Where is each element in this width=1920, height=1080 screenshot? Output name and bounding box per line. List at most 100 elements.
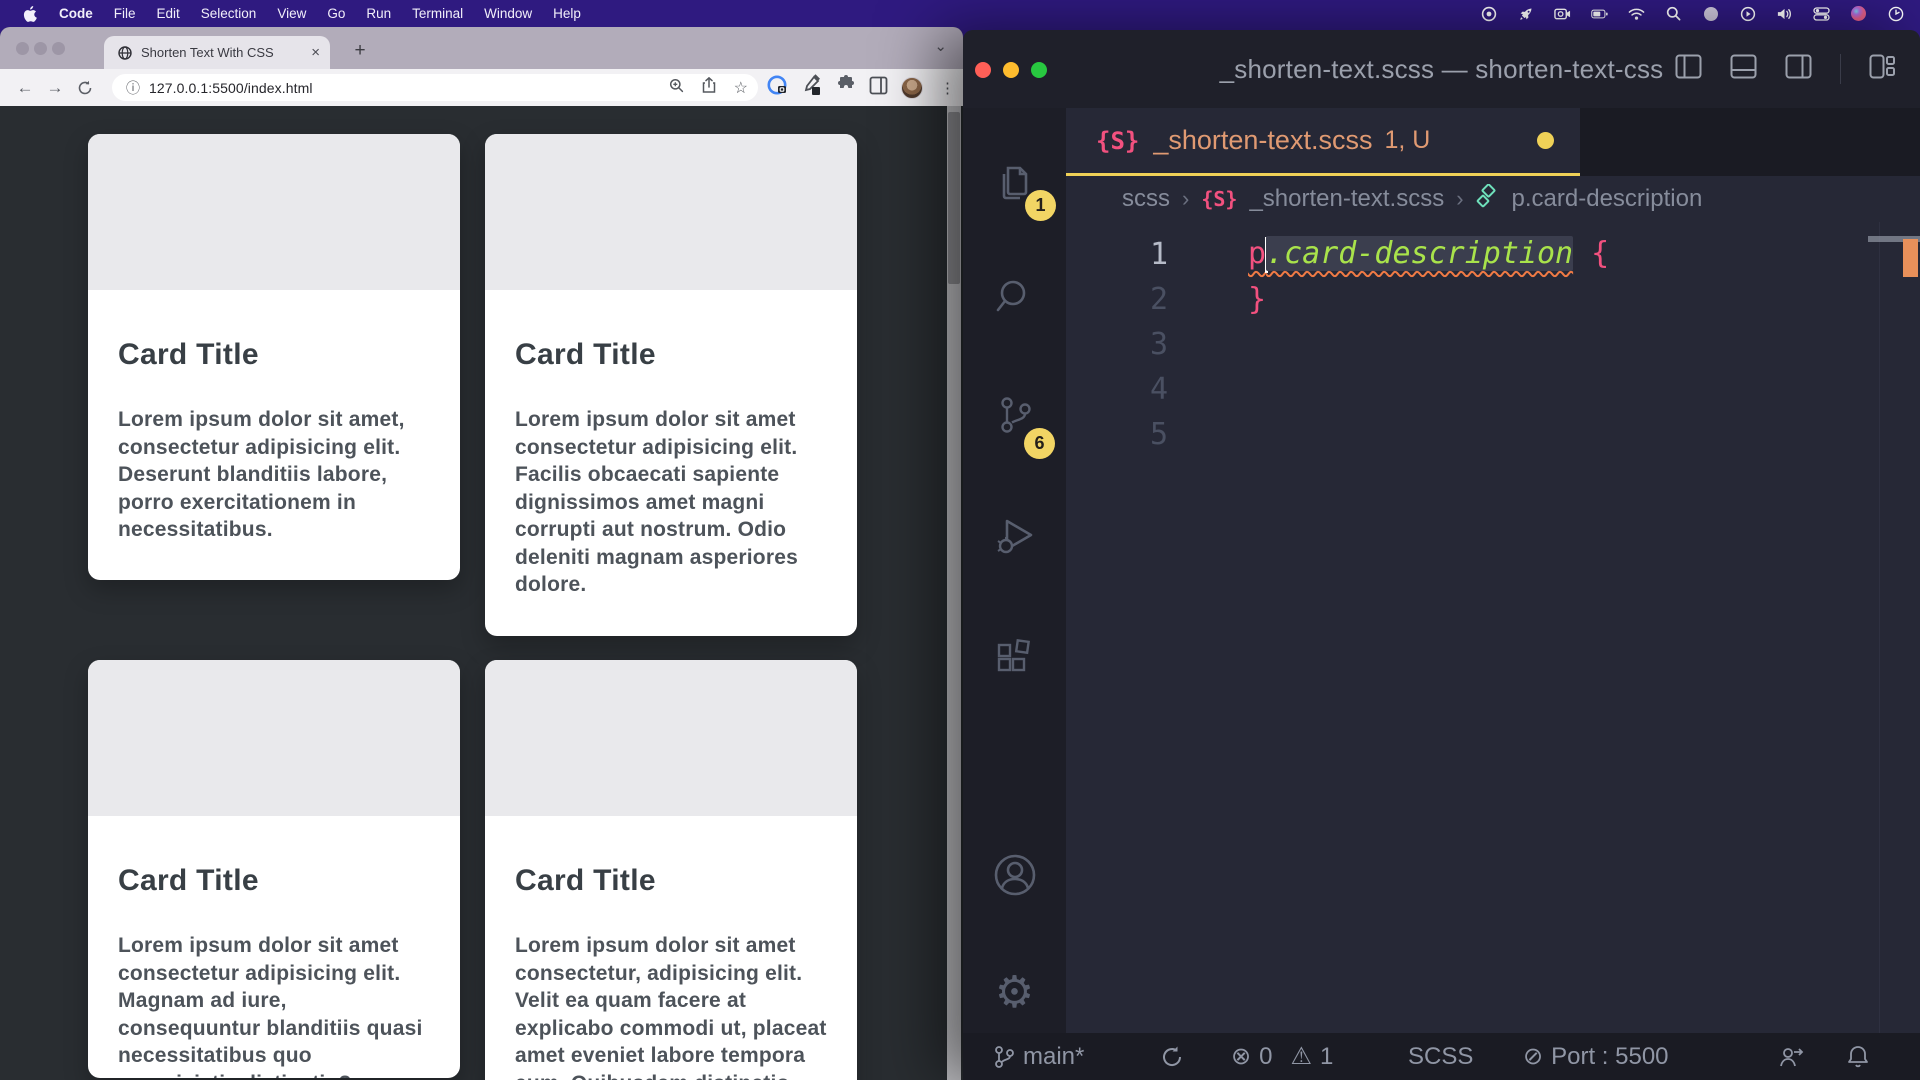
code-line-3[interactable]: 3 <box>1066 322 1920 367</box>
live-server-port[interactable]: ⊘ Port : 5500 <box>1523 1033 1669 1080</box>
search-icon[interactable] <box>1665 5 1682 22</box>
macos-menu-bar: Code File Edit Selection View Go Run Ter… <box>0 0 1920 27</box>
breadcrumb-folder[interactable]: scss <box>1122 185 1170 213</box>
editor-tab-label: _shorten-text.scss <box>1153 125 1372 156</box>
dot-icon[interactable] <box>1702 5 1719 22</box>
play-circle-icon[interactable] <box>1739 5 1756 22</box>
site-info-icon[interactable]: ⓘ <box>126 78 140 98</box>
browser-zoom-button[interactable] <box>52 42 65 55</box>
search-icon[interactable] <box>963 252 1066 342</box>
menu-item-code[interactable]: Code <box>59 6 93 21</box>
rocket-icon[interactable] <box>1517 5 1534 22</box>
code-close-brace: } <box>1186 282 1266 317</box>
toggle-secondary-sidebar-icon[interactable] <box>1785 54 1812 84</box>
problems-status[interactable]: ⊗ 0 ⚠ 1 <box>1231 1033 1333 1080</box>
language-mode[interactable]: SCSS <box>1408 1033 1473 1080</box>
error-icon: ⊗ <box>1231 1042 1251 1071</box>
browser-window: Shorten Text With CSS × + ⌄ ← → ⓘ 127.0.… <box>0 27 963 1080</box>
control-center-icon[interactable] <box>1813 5 1830 22</box>
card-2-image-placeholder <box>485 134 857 290</box>
git-branch-status[interactable]: main* <box>993 1033 1084 1080</box>
bookmark-star-icon[interactable]: ☆ <box>734 78 748 98</box>
browser-scrollbar[interactable] <box>947 106 961 1080</box>
reload-button[interactable] <box>70 73 100 103</box>
eyedropper-icon[interactable] <box>801 74 823 101</box>
run-debug-icon[interactable] <box>963 490 1066 580</box>
warning-count: 1 <box>1320 1043 1333 1071</box>
browser-menu-kebab-icon[interactable]: ⋮ <box>936 79 959 97</box>
code-line-1[interactable]: 1 p.card-description { <box>1066 232 1920 277</box>
browser-close-button[interactable] <box>16 42 29 55</box>
card-1-title: Card Title <box>118 338 430 372</box>
editor-area[interactable]: 1 p.card-description { 2 } 3 4 5 <box>1066 222 1920 1033</box>
apple-icon[interactable] <box>21 5 38 22</box>
card-2-description: Lorem ipsum dolor sit amet consectetur a… <box>515 406 827 599</box>
settings-gear-icon[interactable]: ⚙ <box>963 948 1066 1038</box>
new-tab-button[interactable]: + <box>346 37 374 65</box>
code-line-2[interactable]: 2 } <box>1066 277 1920 322</box>
zoom-icon[interactable] <box>669 78 684 98</box>
extensions-puzzle-icon[interactable] <box>836 75 856 100</box>
menu-item-window[interactable]: Window <box>484 6 532 21</box>
menu-item-terminal[interactable]: Terminal <box>412 6 463 21</box>
overview-ruler-separator <box>1879 222 1880 1033</box>
card-1-image-placeholder <box>88 134 460 290</box>
scrollbar-thumb[interactable] <box>948 112 960 284</box>
feedback-icon[interactable] <box>1778 1033 1804 1080</box>
clock-icon[interactable] <box>1887 5 1904 22</box>
profile-avatar[interactable] <box>901 77 923 99</box>
breadcrumb-symbol[interactable]: p.card-description <box>1512 185 1703 213</box>
tab-close-icon[interactable]: × <box>311 44 320 61</box>
menu-item-selection[interactable]: Selection <box>201 6 257 21</box>
code-tag-token: p <box>1248 236 1266 271</box>
password-manager-icon[interactable] <box>766 74 788 101</box>
battery-icon[interactable] <box>1591 5 1608 22</box>
card-1-description: Lorem ipsum dolor sit amet, consectetur … <box>118 406 430 544</box>
menu-item-file[interactable]: File <box>114 6 136 21</box>
url-bar[interactable]: ⓘ 127.0.0.1:5500/index.html ☆ <box>112 74 758 101</box>
sidebar-toggle-icon[interactable] <box>869 76 888 100</box>
browser-minimize-button[interactable] <box>34 42 47 55</box>
breadcrumb-file[interactable]: _shorten-text.scss <box>1249 185 1444 213</box>
menu-item-run[interactable]: Run <box>366 6 391 21</box>
editor-tab[interactable]: {S} _shorten-text.scss 1, U <box>1066 108 1580 176</box>
siri-icon[interactable] <box>1850 5 1867 22</box>
card-4: Card Title Lorem ipsum dolor sit amet co… <box>485 660 857 1080</box>
modified-dot-icon[interactable] <box>1537 132 1554 149</box>
wifi-icon[interactable] <box>1628 5 1645 22</box>
toggle-panel-icon[interactable] <box>1730 54 1757 84</box>
share-icon[interactable] <box>702 77 716 98</box>
card-4-image-placeholder <box>485 660 857 816</box>
line-number: 2 <box>1066 282 1186 317</box>
menu-item-help[interactable]: Help <box>553 6 581 21</box>
line-number: 4 <box>1066 372 1186 407</box>
card-4-title: Card Title <box>515 864 827 898</box>
account-icon[interactable] <box>963 830 1066 920</box>
code-space <box>1573 236 1591 271</box>
code-line-5[interactable]: 5 <box>1066 412 1920 457</box>
record-icon[interactable] <box>1480 5 1497 22</box>
tab-list-chevron-icon[interactable]: ⌄ <box>934 37 947 55</box>
browser-tab[interactable]: Shorten Text With CSS × <box>104 36 330 69</box>
volume-icon[interactable] <box>1776 5 1793 22</box>
line-number: 1 <box>1066 237 1186 272</box>
customize-layout-icon[interactable] <box>1869 54 1896 84</box>
forward-button[interactable]: → <box>40 73 70 103</box>
menu-item-go[interactable]: Go <box>327 6 345 21</box>
back-button[interactable]: ← <box>10 73 40 103</box>
card-2: Card Title Lorem ipsum dolor sit amet co… <box>485 134 857 636</box>
notifications-bell-icon[interactable] <box>1846 1033 1870 1080</box>
scss-file-icon: {S} <box>1096 127 1139 155</box>
overview-ruler-error-marker <box>1903 239 1918 277</box>
language-mode-label: SCSS <box>1408 1043 1473 1071</box>
breadcrumb-separator: › <box>1456 186 1463 212</box>
toggle-sidebar-icon[interactable] <box>1675 54 1702 84</box>
extensions-icon[interactable] <box>963 614 1066 704</box>
menu-items: Code File Edit Selection View Go Run Ter… <box>0 5 581 22</box>
menu-item-view[interactable]: View <box>277 6 306 21</box>
code-line-4[interactable]: 4 <box>1066 367 1920 412</box>
camera-icon[interactable] <box>1554 5 1571 22</box>
menu-item-edit[interactable]: Edit <box>157 6 180 21</box>
sync-status[interactable] <box>1159 1033 1185 1080</box>
url-text[interactable]: 127.0.0.1:5500/index.html <box>149 80 313 96</box>
